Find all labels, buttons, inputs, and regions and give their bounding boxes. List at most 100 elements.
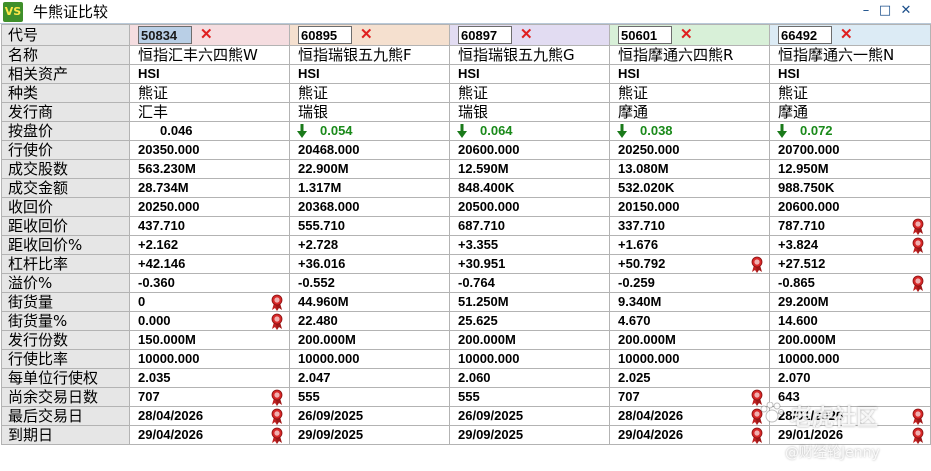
table-cell: 2.070: [769, 368, 931, 388]
table-cell: 熊证: [129, 83, 290, 103]
table-cell: 恒指摩通六一熊N: [769, 45, 931, 65]
table-cell: 瑞银: [449, 102, 610, 122]
cell-value: 555: [298, 389, 320, 404]
stock-code-input[interactable]: 60895: [298, 26, 352, 44]
down-arrow-icon: [457, 124, 467, 138]
cell-value: 瑞银: [298, 103, 329, 121]
ribbon-icon: [271, 389, 283, 406]
cell-value: 恒指瑞银五九熊G: [458, 46, 575, 64]
cell-value: -0.259: [618, 275, 655, 290]
cell-value: 28.734M: [138, 180, 189, 195]
cell-value: HSI: [778, 66, 800, 81]
stock-code-input[interactable]: 60897: [458, 26, 512, 44]
row-label: 溢价%: [1, 273, 130, 293]
row-label: 每单位行使权: [1, 368, 130, 388]
table-cell: 22.900M: [289, 159, 450, 179]
ribbon-icon: [271, 408, 283, 425]
ribbon-icon: [912, 427, 924, 444]
table-cell: 29/09/2025: [449, 425, 610, 445]
cell-value: HSI: [298, 66, 320, 81]
table-cell: 2.035: [129, 368, 290, 388]
cell-value: +27.512: [778, 256, 826, 271]
cell-value: 熊证: [138, 84, 169, 102]
row-label: 距收回价: [1, 216, 130, 236]
table-cell: +36.016: [289, 254, 450, 274]
ribbon-icon: [751, 427, 763, 444]
cell-value: 200.000M: [298, 332, 356, 347]
cell-value: 4.670: [618, 313, 651, 328]
cell-value: 563.230M: [138, 161, 196, 176]
cell-value: 787.710: [778, 218, 825, 233]
table-cell: -0.552: [289, 273, 450, 293]
cell-value: 13.080M: [618, 161, 669, 176]
table-cell: +42.146: [129, 254, 290, 274]
cell-value: 28/04/2026: [138, 408, 204, 423]
cell-value: 恒指摩通六一熊N: [778, 46, 895, 64]
cell-value: 532.020K: [618, 180, 675, 195]
stock-code-input[interactable]: 50601: [618, 26, 672, 44]
down-arrow-icon: [297, 124, 307, 138]
cell-value: 20368.000: [298, 199, 360, 214]
stock-code-input[interactable]: 66492: [778, 26, 832, 44]
table-cell: 200.000M: [769, 330, 931, 350]
code-header-cell: 60895 ✕: [289, 24, 450, 46]
cell-value: 29.200M: [778, 294, 829, 309]
table-cell: 988.750K: [769, 178, 931, 198]
table-row: 杠杆比率 +42.146 +36.016 +30.951 +50.792 +27.512: [1, 254, 931, 274]
table-cell: 10000.000: [129, 349, 290, 369]
cell-value: HSI: [138, 66, 160, 81]
remove-icon[interactable]: ✕: [200, 26, 213, 45]
cell-value: 555: [458, 389, 480, 404]
table-cell: 848.400K: [449, 178, 610, 198]
watermark-author: @财经轮Jenny: [785, 445, 880, 461]
table-cell: +2.162: [129, 235, 290, 255]
table-cell: 恒指瑞银五九熊G: [449, 45, 610, 65]
row-label: 杠杆比率: [1, 254, 130, 274]
table-cell: 28/04/2026: [609, 406, 770, 426]
remove-icon[interactable]: ✕: [520, 26, 533, 45]
table-cell: 0.064: [449, 121, 610, 141]
table-row: 相关资产 HSI HSI HSI HSI HSI: [1, 64, 931, 84]
cell-value: -0.865: [778, 275, 815, 290]
minimize-button[interactable]: –: [858, 3, 874, 19]
table-row: 成交金额 28.734M 1.317M 848.400K 532.020K 988.750…: [1, 178, 931, 198]
table-cell: 12.950M: [769, 159, 931, 179]
cell-value: 12.950M: [778, 161, 829, 176]
cell-value: 恒指摩通六四熊R: [618, 46, 734, 64]
table-cell: 20500.000: [449, 197, 610, 217]
remove-icon[interactable]: ✕: [680, 26, 693, 45]
row-label: 种类: [1, 83, 130, 103]
cell-value: 200.000M: [618, 332, 676, 347]
table-cell: 20600.000: [769, 197, 931, 217]
table-cell: 0.054: [289, 121, 450, 141]
cell-value: 28/04/2026: [618, 408, 684, 423]
cell-value: 10000.000: [138, 351, 200, 366]
stock-code-input[interactable]: 50834: [138, 26, 192, 44]
table-cell: 44.960M: [289, 292, 450, 312]
table-cell: 10000.000: [289, 349, 450, 369]
table-cell: 51.250M: [449, 292, 610, 312]
table-row: 溢价% -0.360 -0.552 -0.764 -0.259 -0.865: [1, 273, 931, 293]
table-cell: 437.710: [129, 216, 290, 236]
table-cell: 337.710: [609, 216, 770, 236]
cell-value: 29/09/2025: [458, 427, 524, 442]
table-row: 按盘价 0.046 0.054 0.064 0.038 0.072: [1, 121, 931, 141]
cell-value: 337.710: [618, 218, 665, 233]
table-row: 发行商 汇丰 瑞银 瑞银 摩通 摩通: [1, 102, 931, 122]
table-cell: 10000.000: [609, 349, 770, 369]
table-cell: +50.792: [609, 254, 770, 274]
cell-value: 摩通: [778, 103, 809, 121]
table-cell: 20150.000: [609, 197, 770, 217]
maximize-button[interactable]: □: [877, 3, 893, 19]
cell-value: 2.070: [778, 370, 811, 385]
remove-icon[interactable]: ✕: [360, 26, 373, 45]
remove-icon[interactable]: ✕: [840, 26, 853, 45]
close-button[interactable]: ✕: [898, 3, 914, 19]
row-label: 成交金额: [1, 178, 130, 198]
table-cell: -0.360: [129, 273, 290, 293]
cell-value: 恒指瑞银五九熊F: [298, 46, 412, 64]
row-label: 行使价: [1, 140, 130, 160]
code-row: 代号 50834 ✕ 60895 ✕ 60897 ✕ 50601 ✕ 66492 ✕: [1, 24, 931, 46]
window-title: 牛熊证比较: [33, 3, 109, 21]
table-cell: 2.025: [609, 368, 770, 388]
